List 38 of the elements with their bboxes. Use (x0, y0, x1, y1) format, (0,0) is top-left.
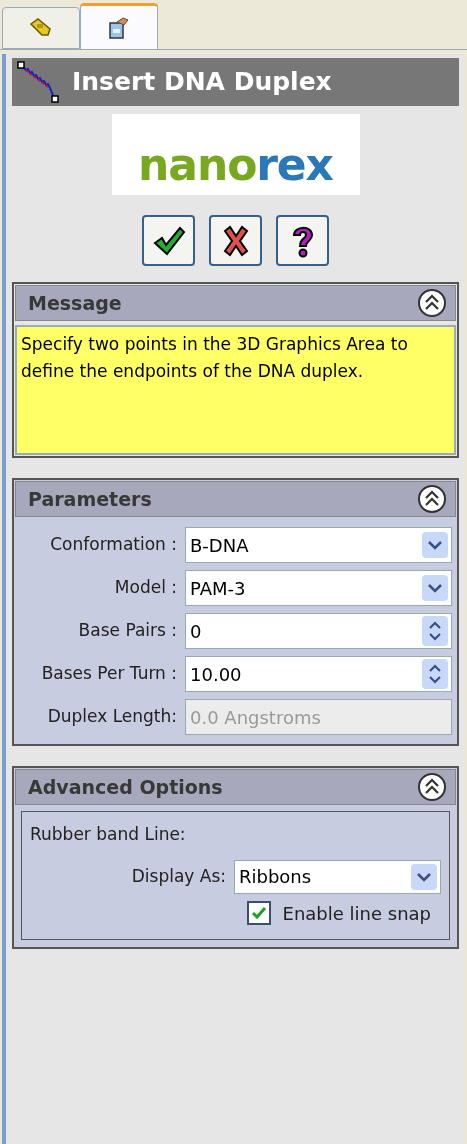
tab[interactable] (2, 7, 80, 49)
help-button[interactable] (276, 215, 329, 266)
section-header[interactable]: Advanced Options (15, 769, 456, 805)
field-label: Model : (113, 576, 177, 600)
spinner-arrows-icon[interactable] (422, 659, 448, 689)
cancel-button[interactable] (209, 215, 262, 266)
checkbox[interactable] (246, 901, 271, 925)
field-label: Bases Per Turn : (40, 662, 177, 686)
tab[interactable] (80, 3, 158, 49)
dropdown[interactable]: Ribbons (234, 859, 441, 894)
checkmark-icon (151, 224, 186, 257)
checkbox-label: Enable line snap (282, 901, 431, 926)
dropdown[interactable]: PAM-3 (185, 570, 452, 606)
number-field[interactable]: 0 (185, 613, 452, 649)
clipboard-icon (107, 15, 131, 40)
section-title: Message (28, 290, 122, 316)
section-header[interactable]: Parameters (15, 481, 456, 517)
collapse-icon[interactable] (417, 484, 447, 514)
message-box: Specify two points in the 3D Graphics Area to define the endpoints of the DNA duplex. (15, 325, 456, 455)
dropdown[interactable]: B-DNA (185, 527, 452, 563)
section-title: Parameters (28, 486, 152, 512)
collapse-icon[interactable] (417, 772, 447, 802)
field-label: Duplex Length: (46, 705, 177, 729)
dna-line-icon (16, 60, 60, 104)
field-label: Base Pairs : (77, 619, 177, 643)
group-label: Rubber band Line: (30, 823, 187, 846)
checkmark-icon (250, 906, 267, 920)
number-field[interactable]: 10.00 (185, 656, 452, 692)
section-header[interactable]: Message (15, 285, 456, 321)
logo: nanorex (111, 114, 360, 195)
section-title: Advanced Options (28, 774, 223, 800)
field-label: Display As: (131, 864, 226, 888)
ok-button[interactable] (142, 215, 195, 266)
collapse-icon[interactable] (417, 288, 447, 318)
spinner-arrows-icon[interactable] (422, 616, 448, 646)
field-label: Conformation : (49, 533, 177, 557)
input-field: 0.0 Angstroms (185, 699, 452, 735)
panel-title: Insert DNA Duplex (72, 66, 332, 99)
